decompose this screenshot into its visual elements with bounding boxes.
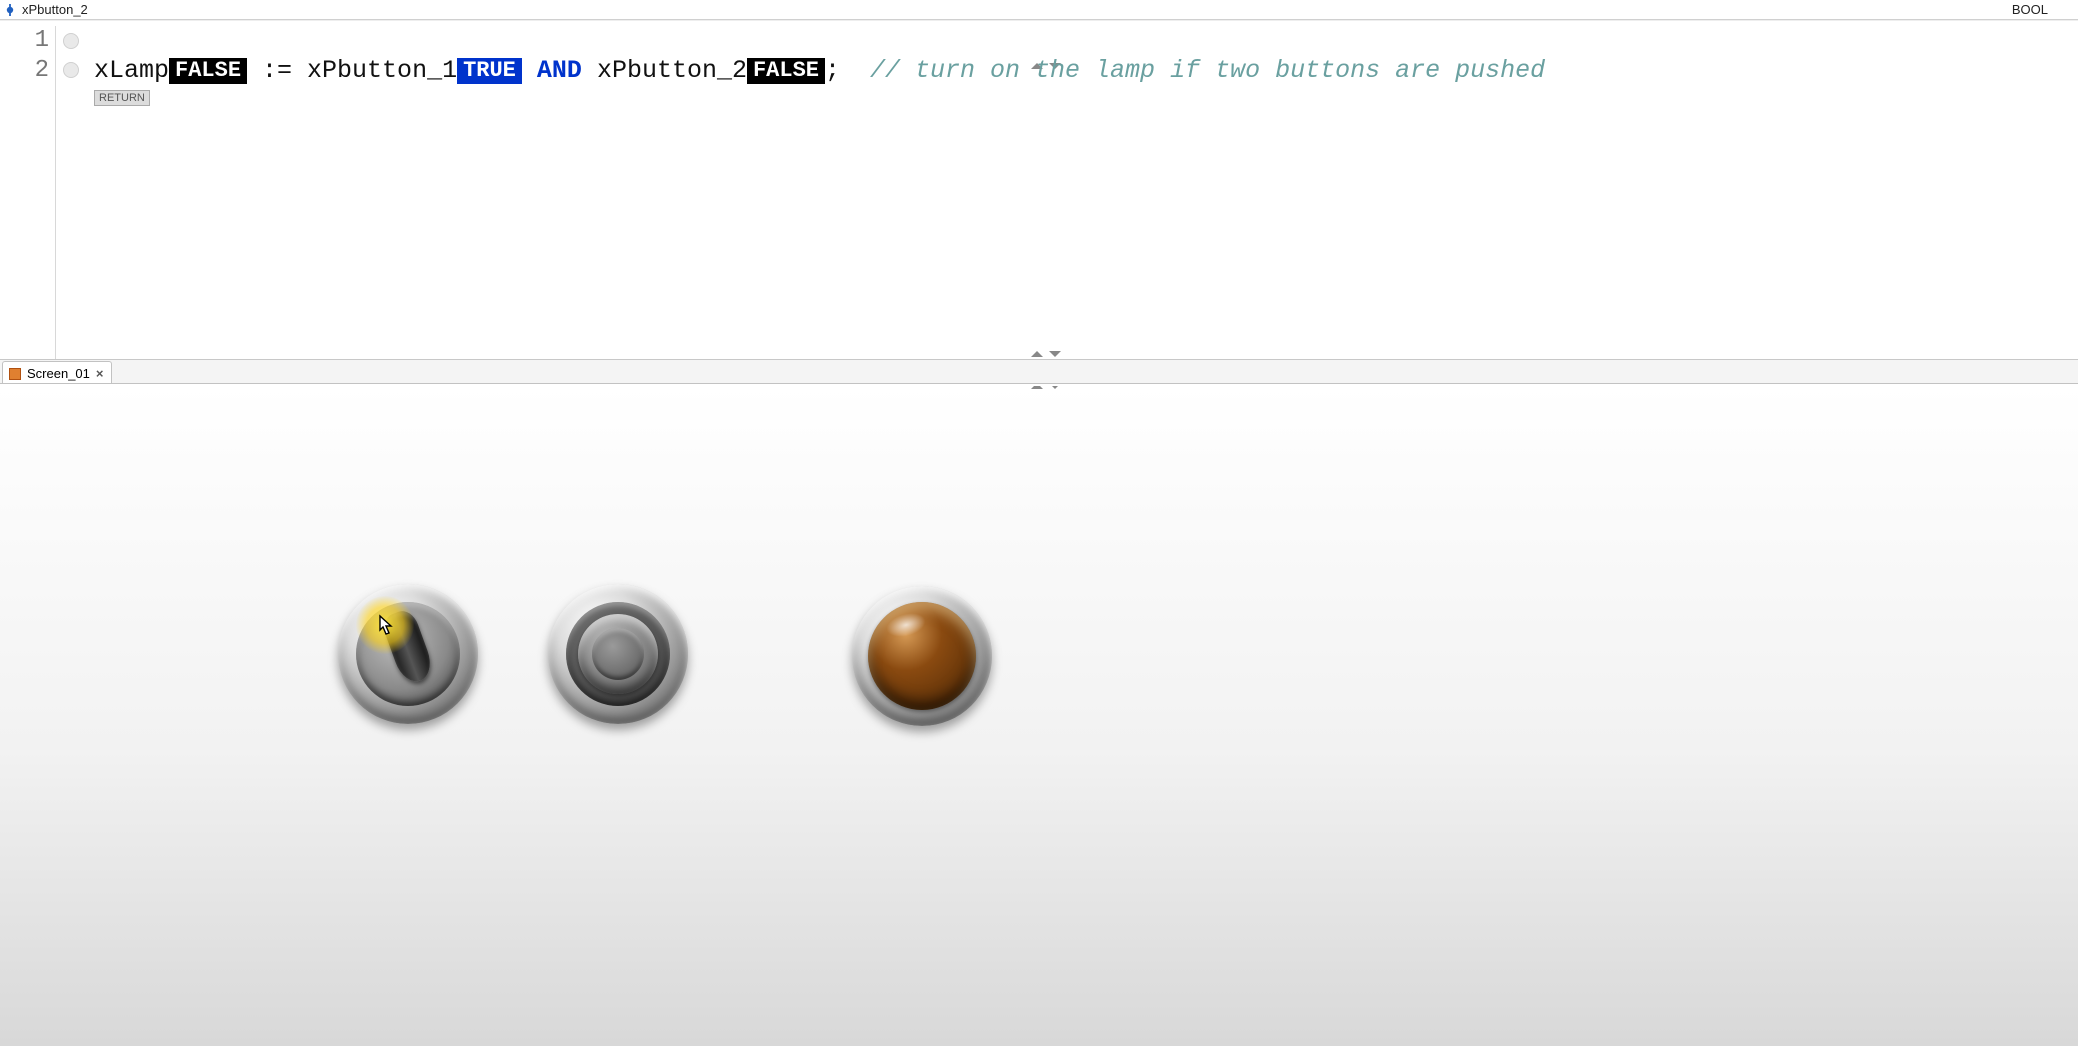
identifier: xPbutton_1: [307, 56, 457, 85]
push-button[interactable]: [548, 584, 688, 724]
return-chip: RETURN: [94, 90, 150, 106]
code-editor[interactable]: 1 2 xLampFALSE := xPbutton_1TRUE AND xPb…: [0, 20, 2078, 360]
line-number-gutter: 1 2: [0, 26, 56, 359]
identifier: xPbutton_2: [597, 56, 747, 85]
tab-screen-01[interactable]: Screen_01 ×: [2, 361, 112, 383]
breakpoint-column[interactable]: [58, 26, 84, 91]
pane-splitter-icon[interactable]: [1009, 350, 1069, 360]
value-pill-true: TRUE: [457, 58, 522, 84]
rotary-switch[interactable]: [338, 584, 478, 724]
variable-name: xPbutton_2: [22, 2, 88, 17]
variable-icon: [4, 4, 16, 16]
tab-strip: Screen_01 ×: [0, 360, 2078, 384]
keyword-and: AND: [537, 56, 582, 85]
value-pill-false: FALSE: [747, 58, 825, 84]
lamp-lens: [868, 602, 976, 710]
semicolon: ;: [825, 56, 840, 85]
variable-declaration-row[interactable]: xPbutton_2 BOOL: [0, 0, 2078, 20]
visualization-icon: [9, 368, 21, 380]
comment: // turn on the lamp if two buttons are p…: [870, 56, 1545, 85]
visualization-pane[interactable]: [0, 386, 2078, 1046]
operator-assign: :=: [247, 56, 307, 85]
identifier: xLamp: [94, 56, 169, 85]
variable-type: BOOL: [2012, 2, 2078, 17]
indicator-lamp: [852, 586, 992, 726]
tab-label: Screen_01: [27, 366, 90, 381]
breakpoint-marker[interactable]: [63, 33, 79, 49]
close-icon[interactable]: ×: [96, 366, 104, 381]
line-number: 2: [0, 56, 49, 86]
pane-splitter-icon[interactable]: [1009, 386, 1069, 392]
breakpoint-marker[interactable]: [63, 62, 79, 78]
value-pill-false: FALSE: [169, 58, 247, 84]
button-cap[interactable]: [578, 614, 658, 694]
line-number: 1: [0, 26, 49, 56]
code-area[interactable]: xLampFALSE := xPbutton_1TRUE AND xPbutto…: [94, 26, 2072, 146]
